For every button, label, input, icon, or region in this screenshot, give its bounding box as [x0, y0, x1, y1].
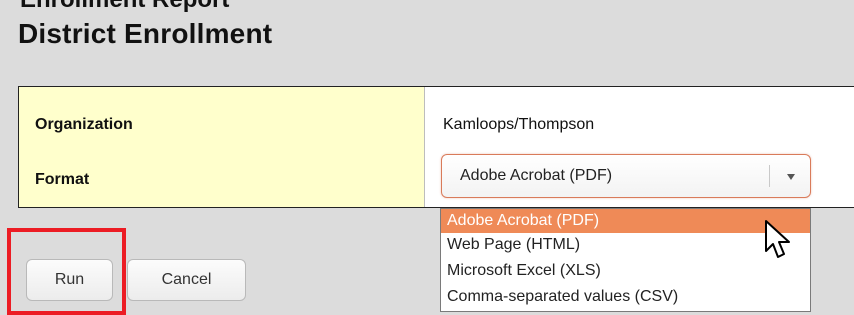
format-option-html[interactable]: Web Page (HTML) [441, 233, 810, 257]
arrow-cursor-icon [765, 220, 790, 258]
chevron-down-icon[interactable] [787, 174, 795, 180]
format-label: Format [35, 171, 90, 188]
format-select[interactable]: Adobe Acrobat (PDF) [441, 154, 811, 198]
format-option-pdf[interactable]: Adobe Acrobat (PDF) [441, 209, 810, 233]
cancel-button[interactable]: Cancel [127, 259, 246, 301]
organization-label: Organization [35, 116, 133, 133]
label-column: Organization Format [19, 87, 425, 207]
report-parameters-table: Organization Format Kamloops/Thompson Ad… [18, 86, 854, 208]
value-column: Kamloops/Thompson Adobe Acrobat (PDF) [425, 87, 854, 207]
select-divider [769, 165, 770, 187]
format-option-xls[interactable]: Microsoft Excel (XLS) [441, 259, 810, 283]
report-header-partial: Enrollment Report [20, 0, 229, 14]
format-select-value: Adobe Acrobat (PDF) [460, 167, 613, 184]
format-dropdown-list: Adobe Acrobat (PDF) Web Page (HTML) Micr… [440, 208, 811, 312]
format-option-csv[interactable]: Comma-separated values (CSV) [441, 285, 810, 309]
page-title: District Enrollment [18, 18, 273, 49]
run-button[interactable]: Run [26, 259, 113, 301]
organization-value: Kamloops/Thompson [443, 116, 595, 133]
